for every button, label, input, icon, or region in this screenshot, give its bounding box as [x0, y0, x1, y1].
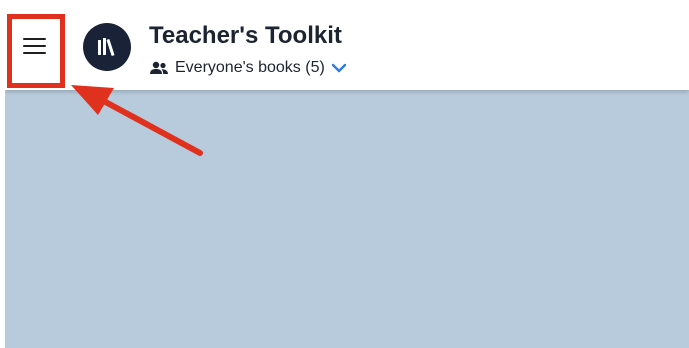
- annotation-arrow: [71, 85, 203, 156]
